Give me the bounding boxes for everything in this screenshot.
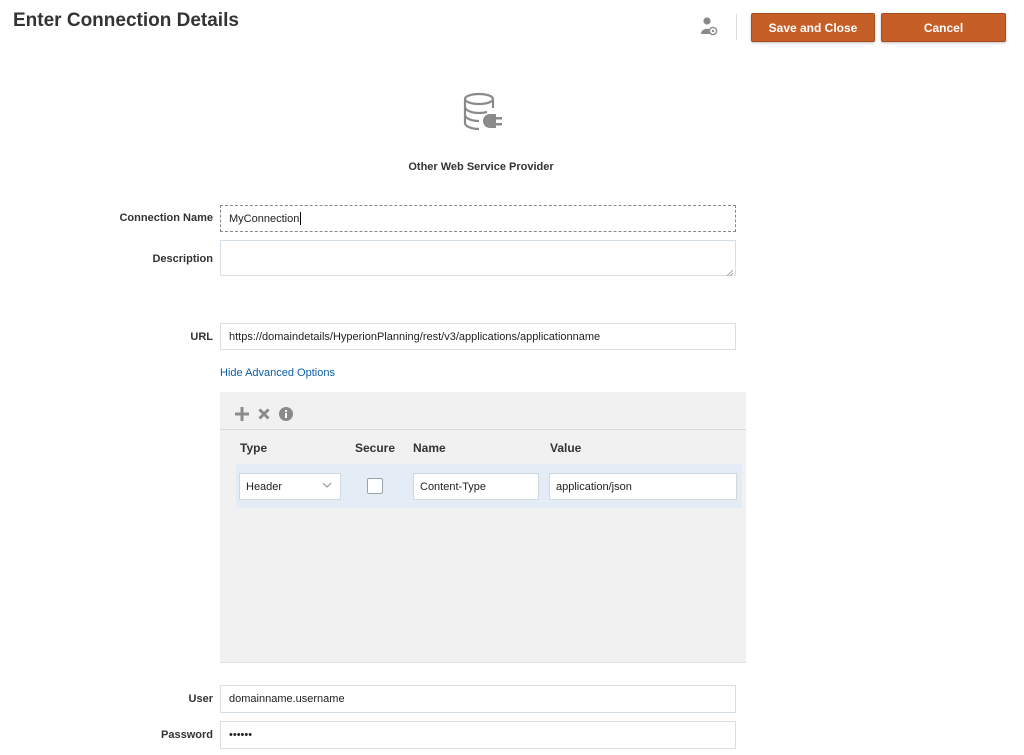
- delete-icon[interactable]: [256, 406, 272, 422]
- provider-name: Other Web Service Provider: [408, 161, 554, 173]
- secure-checkbox[interactable]: [367, 478, 383, 494]
- connection-name-value: MyConnection: [229, 212, 300, 225]
- header-divider: [736, 14, 737, 40]
- advanced-options-panel: Type Secure Name Value Header Content-Ty…: [220, 392, 746, 662]
- description-label: Description: [152, 253, 213, 265]
- panel-bottom-border: [220, 662, 746, 663]
- user-value: domainname.username: [229, 693, 345, 705]
- page-title: Enter Connection Details: [13, 10, 239, 31]
- header-name-input[interactable]: Content-Type: [413, 473, 539, 500]
- resize-grip-icon[interactable]: [726, 267, 734, 277]
- user-label: User: [188, 693, 213, 705]
- user-settings-icon[interactable]: [700, 16, 718, 38]
- column-header-type: Type: [240, 441, 268, 455]
- text-caret: [300, 212, 302, 225]
- url-label: URL: [190, 331, 213, 343]
- type-select[interactable]: Header: [239, 473, 341, 500]
- advanced-toolbar: [234, 406, 294, 422]
- url-value: https://domaindetails/HyperionPlanning/r…: [229, 330, 601, 343]
- column-header-secure: Secure: [355, 441, 396, 455]
- connection-name-label: Connection Name: [119, 212, 213, 224]
- type-select-value: Header: [246, 480, 283, 493]
- add-icon[interactable]: [234, 406, 250, 422]
- table-row[interactable]: Header Content-Type application/json: [236, 464, 742, 508]
- info-icon[interactable]: [278, 406, 294, 422]
- password-value: ••••••: [229, 729, 253, 741]
- toolbar-divider: [220, 429, 746, 430]
- column-header-value: Value: [550, 441, 582, 455]
- save-and-close-button[interactable]: Save and Close: [751, 13, 875, 42]
- column-header-name: Name: [413, 441, 446, 455]
- chevron-down-icon: [322, 480, 332, 493]
- header-name-value: Content-Type: [420, 480, 487, 493]
- database-connection-icon: [460, 90, 506, 136]
- connection-name-input[interactable]: MyConnection: [220, 205, 736, 232]
- description-textarea[interactable]: [220, 240, 736, 277]
- header-value-value: application/json: [556, 480, 632, 493]
- header-value-input[interactable]: application/json: [549, 473, 737, 500]
- password-label: Password: [161, 729, 213, 741]
- url-input[interactable]: https://domaindetails/HyperionPlanning/r…: [220, 323, 736, 350]
- user-input[interactable]: domainname.username: [220, 685, 736, 713]
- password-input[interactable]: ••••••: [220, 721, 736, 749]
- cancel-button[interactable]: Cancel: [881, 13, 1006, 42]
- hide-advanced-options-link[interactable]: Hide Advanced Options: [220, 367, 335, 379]
